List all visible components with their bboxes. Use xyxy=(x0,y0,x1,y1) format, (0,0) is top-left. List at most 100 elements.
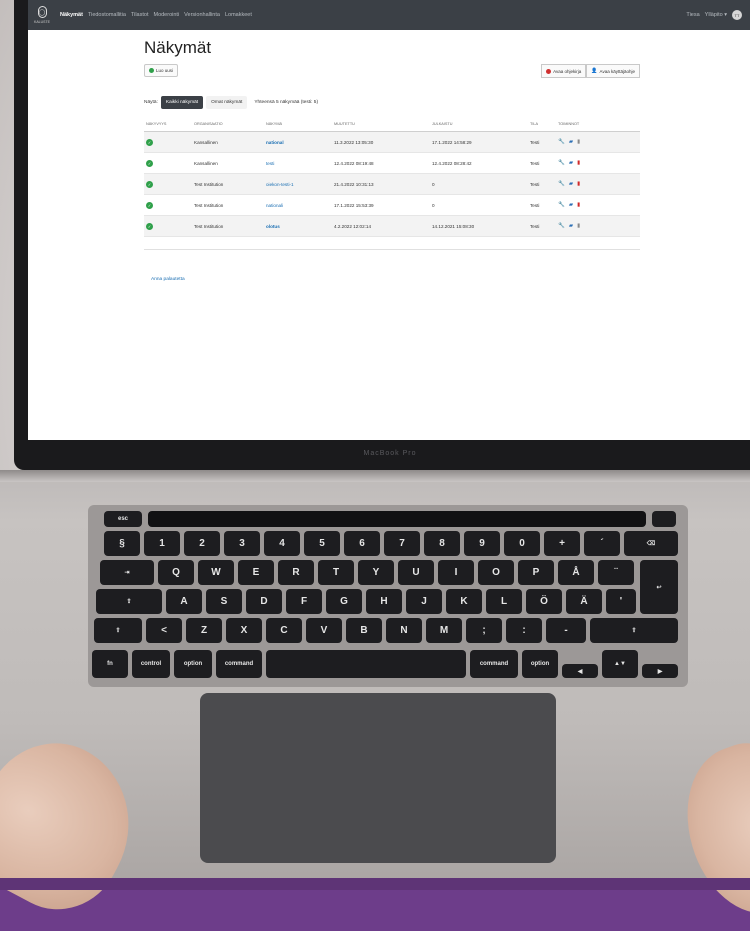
key-command-left[interactable]: command xyxy=(216,650,262,678)
key-arrow-left[interactable]: ◀ xyxy=(562,664,598,678)
key-option-left[interactable]: option xyxy=(174,650,212,678)
key[interactable]: 8 xyxy=(424,531,460,556)
col-visibility[interactable]: Näkyvyys xyxy=(144,119,192,132)
key[interactable]: F xyxy=(286,589,322,614)
key[interactable]: W xyxy=(198,560,234,585)
key[interactable]: Ä xyxy=(566,589,602,614)
folder-icon[interactable]: ▰ xyxy=(569,223,573,229)
filter-all-views[interactable]: Kaikki näkymät xyxy=(160,96,204,109)
wrench-icon[interactable]: 🔧 xyxy=(558,181,565,187)
key[interactable]: J xyxy=(406,589,442,614)
key[interactable]: Ö xyxy=(526,589,562,614)
key[interactable]: R xyxy=(278,560,314,585)
touch-bar[interactable] xyxy=(148,511,646,527)
key-esc[interactable]: esc xyxy=(104,511,142,527)
col-view[interactable]: Näkymä xyxy=(264,119,332,132)
folder-icon[interactable]: ▰ xyxy=(569,202,573,208)
key-shift-right[interactable]: ⇧ xyxy=(590,618,678,643)
key[interactable]: T xyxy=(318,560,354,585)
key-return[interactable]: ↩ xyxy=(640,560,678,614)
view-link[interactable]: nationali xyxy=(266,203,283,208)
key-backspace[interactable]: ⌫ xyxy=(624,531,678,556)
key[interactable]: I xyxy=(438,560,474,585)
key[interactable]: : xyxy=(506,618,542,643)
trackpad[interactable] xyxy=(200,693,556,863)
nav-user-name[interactable]: Tiesa xyxy=(686,12,699,18)
key-fn[interactable]: fn xyxy=(92,650,128,678)
trash-icon[interactable]: ▮ xyxy=(577,139,580,145)
key[interactable]: + xyxy=(544,531,580,556)
key-arrow-right[interactable]: ▶ xyxy=(642,664,678,678)
filter-own-views[interactable]: Omat näkymät xyxy=(206,96,248,109)
feedback-link[interactable]: Anna palautetta xyxy=(151,277,185,282)
key[interactable]: < xyxy=(146,618,182,643)
nav-item-moderointi[interactable]: Moderointi xyxy=(153,12,179,18)
wrench-icon[interactable]: 🔧 xyxy=(558,223,565,229)
key[interactable]: - xyxy=(546,618,586,643)
key[interactable]: B xyxy=(346,618,382,643)
key-space[interactable] xyxy=(266,650,466,678)
key[interactable]: E xyxy=(238,560,274,585)
key[interactable]: Å xyxy=(558,560,594,585)
key[interactable]: G xyxy=(326,589,362,614)
trash-icon[interactable]: ▮ xyxy=(577,202,580,208)
key[interactable]: V xyxy=(306,618,342,643)
wrench-icon[interactable]: 🔧 xyxy=(558,202,565,208)
key[interactable]: M xyxy=(426,618,462,643)
key[interactable]: 1 xyxy=(144,531,180,556)
trash-icon[interactable]: ▮ xyxy=(577,160,580,166)
key[interactable]: 4 xyxy=(264,531,300,556)
wrench-icon[interactable]: 🔧 xyxy=(558,160,565,166)
key[interactable]: H xyxy=(366,589,402,614)
key[interactable]: C xyxy=(266,618,302,643)
key[interactable]: O xyxy=(478,560,514,585)
key[interactable]: P xyxy=(518,560,554,585)
new-view-button[interactable]: Luo uusi xyxy=(144,64,179,77)
key[interactable]: U xyxy=(398,560,434,585)
view-link[interactable]: olotus xyxy=(266,224,280,229)
key-caps-lock[interactable]: ⇪ xyxy=(96,589,162,614)
key[interactable]: ´ xyxy=(584,531,620,556)
key[interactable]: D xyxy=(246,589,282,614)
folder-icon[interactable]: ▰ xyxy=(569,139,573,145)
col-status[interactable]: Tila xyxy=(528,119,556,132)
nav-item-tiedostomallit[interactable]: Tiedostomallitia xyxy=(88,12,126,18)
key[interactable]: § xyxy=(104,531,140,556)
key-option-right[interactable]: option xyxy=(522,650,558,678)
trash-icon[interactable]: ▮ xyxy=(577,181,580,187)
col-modified[interactable]: Muutettu xyxy=(332,119,430,132)
key[interactable]: 0 xyxy=(504,531,540,556)
folder-icon[interactable]: ▰ xyxy=(569,181,573,187)
view-link[interactable]: testi xyxy=(266,161,274,166)
open-user-guide-button[interactable]: 👤 Avaa käyttäjäohje xyxy=(586,64,640,78)
key[interactable]: 6 xyxy=(344,531,380,556)
nav-admin-dropdown[interactable]: Ylläpito ▾ xyxy=(705,12,727,18)
key[interactable]: X xyxy=(226,618,262,643)
key-shift-left[interactable]: ⇧ xyxy=(94,618,142,643)
view-link[interactable]: oiekon-testi-1 xyxy=(266,182,294,187)
key-arrow-up-down[interactable]: ▲▼ xyxy=(602,650,638,678)
key-tab[interactable]: ⇥ xyxy=(100,560,154,585)
wrench-icon[interactable]: 🔧 xyxy=(558,139,565,145)
key[interactable]: ¨ xyxy=(598,560,634,585)
key[interactable]: 3 xyxy=(224,531,260,556)
key-touch-id[interactable] xyxy=(652,511,676,527)
key[interactable]: L xyxy=(486,589,522,614)
nav-item-nakymat[interactable]: Näkymät xyxy=(60,12,83,18)
nav-item-lomakkeet[interactable]: Lomakkeet xyxy=(225,12,252,18)
key[interactable]: S xyxy=(206,589,242,614)
nav-item-tilastot[interactable]: Tilastot xyxy=(131,12,149,18)
col-organisation[interactable]: Organisaatio xyxy=(192,119,264,132)
key[interactable]: Z xyxy=(186,618,222,643)
key[interactable]: 9 xyxy=(464,531,500,556)
key[interactable]: 2 xyxy=(184,531,220,556)
col-published[interactable]: Julkaistu xyxy=(430,119,528,132)
nav-item-versionhallinta[interactable]: Versionhallinta xyxy=(184,12,220,18)
folder-icon[interactable]: ▰ xyxy=(569,160,573,166)
key-command-right[interactable]: command xyxy=(470,650,518,678)
open-guide-button[interactable]: Avaa ohjekirja xyxy=(541,64,587,78)
avatar[interactable]: TT xyxy=(732,10,742,20)
brand[interactable]: ◯ KALUSTE xyxy=(30,0,54,30)
key[interactable]: ; xyxy=(466,618,502,643)
key[interactable]: K xyxy=(446,589,482,614)
